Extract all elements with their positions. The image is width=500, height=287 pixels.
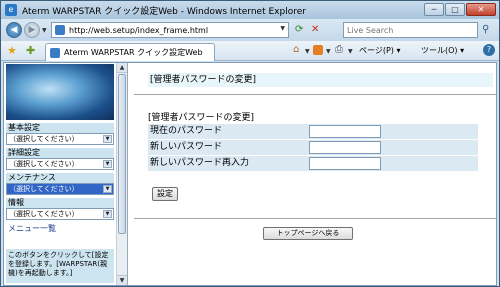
minimize-button[interactable]: ─ — [424, 3, 444, 16]
print-icon[interactable]: ⎙ — [335, 44, 343, 55]
page-viewport: 基本設定 （選択してください） ▼ 詳細設定 （選択してください） ▼ メンテナンス… — [3, 62, 497, 286]
content-frame: [管理者パスワードの変更] [管理者パスワードの変更] 現在のパスワード 新しい… — [129, 63, 496, 285]
field-label: 新しいパスワード — [150, 142, 223, 152]
scroll-up-icon[interactable]: ▲ — [117, 63, 127, 73]
form-row-confirm: 新しいパスワード再入力 — [148, 156, 478, 171]
search-input[interactable] — [344, 23, 464, 37]
menu-section-basic: 基本設定 （選択してください） ▼ — [6, 123, 114, 145]
scroll-down-icon[interactable]: ▼ — [117, 275, 127, 285]
menu-head: 基本設定 — [6, 123, 114, 133]
menu-select[interactable]: （選択してください） ▼ — [6, 183, 114, 195]
feeds-dropdown-icon[interactable]: ▼ — [326, 48, 331, 55]
tab-page-icon — [50, 47, 60, 58]
title-bar: e Aterm WARPSTAR クイック設定Web - Windows Int… — [1, 1, 499, 19]
chevron-down-icon[interactable]: ▼ — [103, 135, 112, 143]
menu-select[interactable]: （選択してください） ▼ — [6, 208, 114, 220]
page-title: [管理者パスワードの変更] — [148, 73, 493, 87]
home-dropdown-icon[interactable]: ▼ — [305, 48, 310, 55]
field-label: 新しいパスワード再入力 — [150, 158, 250, 168]
form-row-new: 新しいパスワード — [148, 140, 478, 155]
back-arrow-icon[interactable]: ◀ — [6, 22, 22, 38]
window-title: Aterm WARPSTAR クイック設定Web - Windows Inter… — [22, 6, 306, 17]
menu-select[interactable]: （選択してください） ▼ — [6, 158, 114, 170]
menu-frame: 基本設定 （選択してください） ▼ 詳細設定 （選択してください） ▼ メンテナンス… — [4, 63, 128, 285]
maximize-button[interactable]: □ — [445, 3, 465, 16]
print-dropdown-icon[interactable]: ▼ — [348, 48, 353, 55]
tools-menu[interactable]: ツール(O) ▾ — [421, 45, 464, 56]
add-favorite-icon[interactable]: ✚ — [26, 44, 35, 57]
search-box[interactable] — [343, 22, 478, 38]
search-icon[interactable]: ⚲ — [482, 23, 496, 37]
feeds-icon[interactable] — [313, 45, 323, 55]
menu-scrollbar[interactable]: ▲ ▼ — [116, 63, 127, 285]
password-form: 現在のパスワード 新しいパスワード 新しいパスワード再入力 — [148, 124, 478, 172]
field-label: 現在のパスワード — [150, 126, 223, 136]
tab-label: Aterm WARPSTAR クイック設定Web — [64, 48, 203, 57]
menu-section-info: 情報 （選択してください） ▼ — [6, 198, 114, 220]
home-icon[interactable]: ⌂ — [293, 44, 299, 55]
stop-icon[interactable]: ✕ — [311, 24, 325, 36]
current-password-field[interactable] — [309, 125, 381, 138]
warpstar-banner — [6, 64, 114, 120]
browser-tab[interactable]: Aterm WARPSTAR クイック設定Web — [45, 43, 215, 61]
chevron-down-icon[interactable]: ▼ — [103, 210, 112, 218]
chevron-down-icon[interactable]: ▼ — [103, 160, 112, 168]
confirm-password-field[interactable] — [309, 157, 381, 170]
new-password-field[interactable] — [309, 141, 381, 154]
ie-icon: e — [5, 4, 17, 16]
refresh-icon[interactable]: ⟳ — [295, 24, 309, 36]
help-icon[interactable]: ? — [483, 44, 495, 56]
menu-section-maintenance: メンテナンス （選択してください） ▼ — [6, 173, 114, 195]
favorites-star-icon[interactable]: ★ — [7, 44, 17, 57]
menu-section-advanced: 詳細設定 （選択してください） ▼ — [6, 148, 114, 170]
window-controls: ─ □ ✕ — [424, 3, 496, 16]
page-icon — [55, 25, 65, 35]
forward-arrow-icon[interactable]: ▶ — [24, 22, 40, 38]
section-title: [管理者パスワードの変更] — [148, 113, 255, 123]
divider — [134, 94, 496, 95]
menu-list-link[interactable]: メニュー一覧 — [8, 223, 56, 234]
set-button[interactable]: 設定 — [152, 187, 178, 201]
command-bar: ★ ✚ Aterm WARPSTAR クイック設定Web ⌂ ▼ ▼ ⎙ ▼ ペ… — [1, 41, 499, 61]
chevron-down-icon[interactable]: ▼ — [103, 185, 112, 193]
menu-select[interactable]: （選択してください） ▼ — [6, 133, 114, 145]
divider — [134, 218, 496, 219]
page-menu[interactable]: ページ(P) ▾ — [359, 45, 400, 56]
close-button[interactable]: ✕ — [466, 3, 496, 16]
address-bar[interactable]: http://web.setup/index_frame.html ▼ — [51, 22, 289, 38]
form-row-current: 現在のパスワード — [148, 124, 478, 139]
address-text[interactable]: http://web.setup/index_frame.html — [69, 26, 208, 35]
menu-head: 情報 — [6, 198, 114, 208]
help-text-box: このボタンをクリックして[設定を登録します。[WARPSTAR(親機)を再起動し… — [6, 249, 114, 283]
top-page-button[interactable]: トップページへ戻る — [263, 227, 353, 240]
browser-window: e Aterm WARPSTAR クイック設定Web - Windows Int… — [0, 0, 500, 287]
address-dropdown-icon[interactable]: ▼ — [280, 25, 285, 32]
menu-head: メンテナンス — [6, 173, 114, 183]
menu-head: 詳細設定 — [6, 148, 114, 158]
address-row: ◀ ▶ ▼ http://web.setup/index_frame.html … — [1, 19, 499, 41]
scroll-thumb[interactable] — [118, 74, 126, 234]
history-dropdown-icon[interactable]: ▼ — [42, 27, 47, 34]
